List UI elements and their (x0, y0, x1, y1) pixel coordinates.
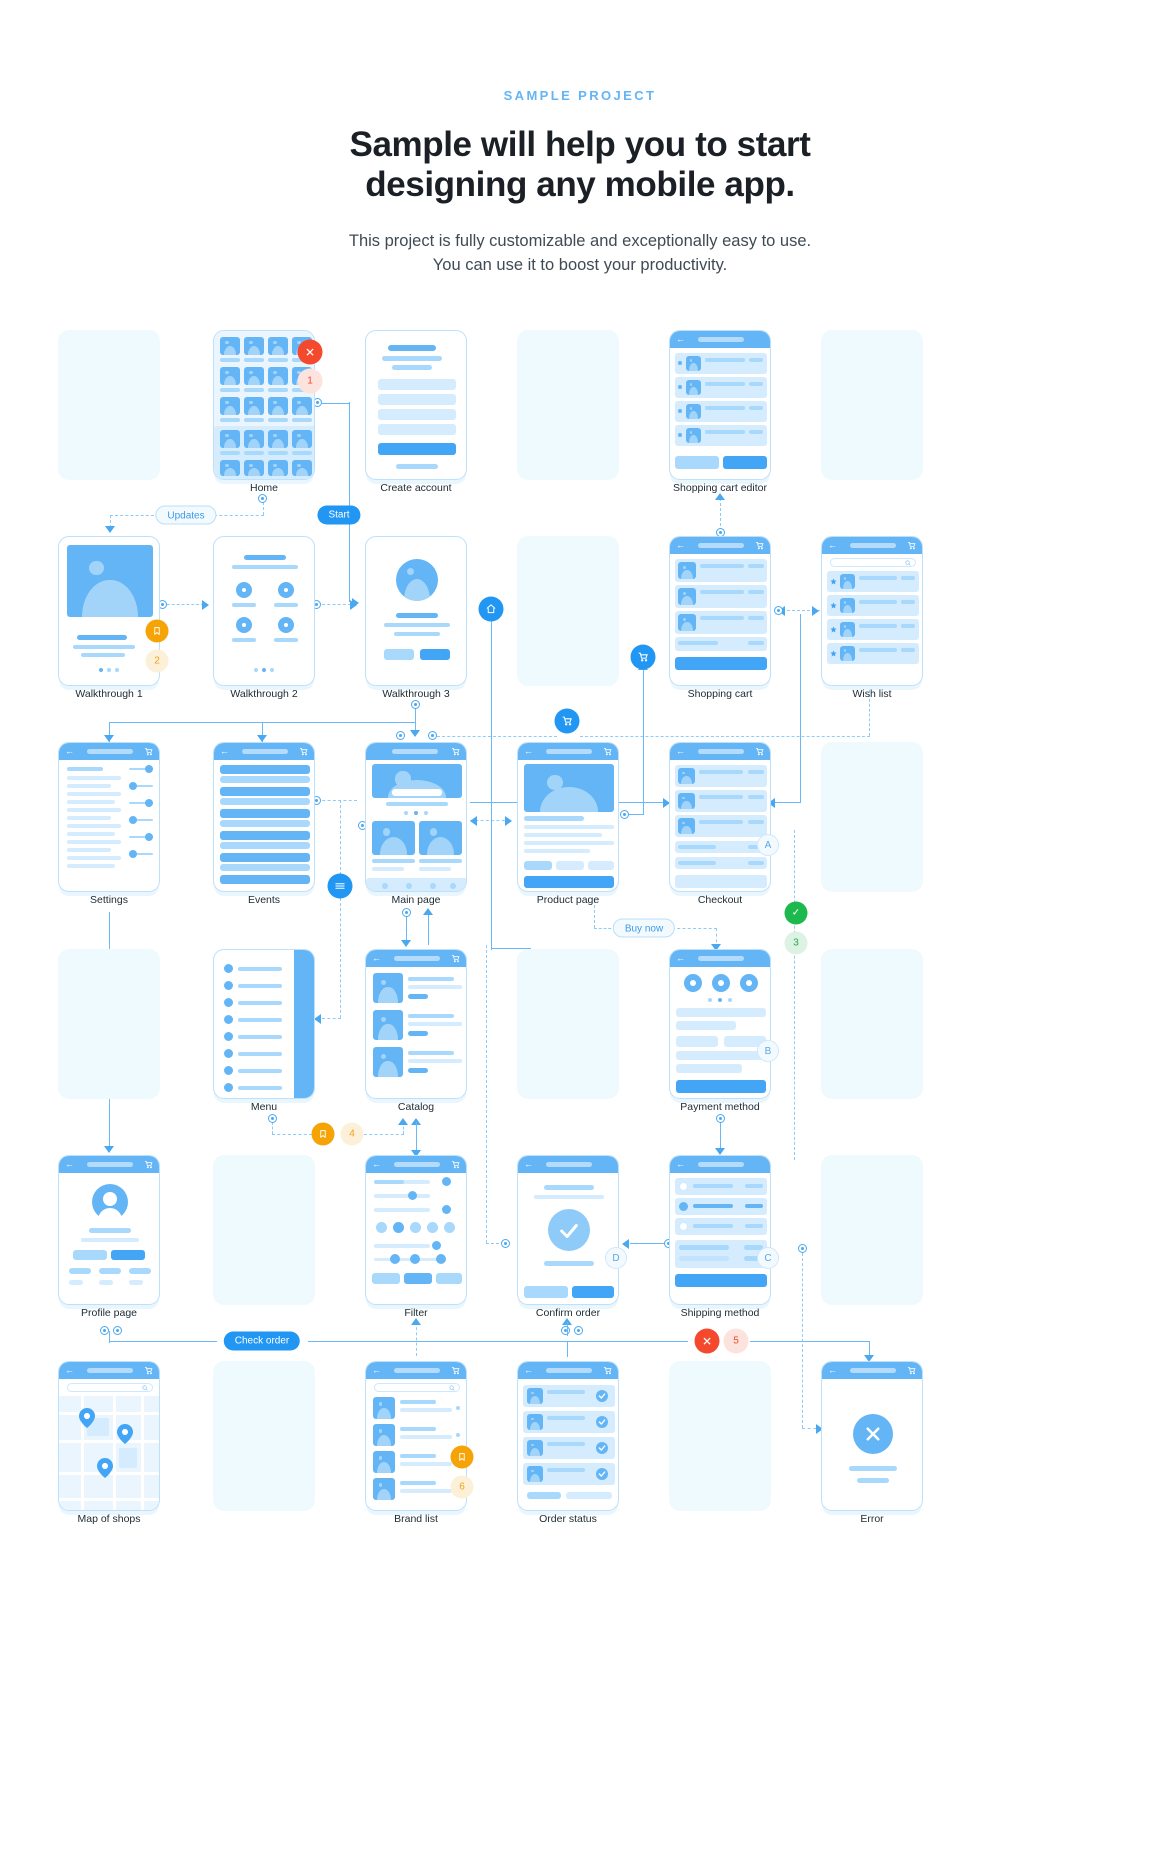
badge-home-icon[interactable] (478, 596, 504, 622)
badge-menu-icon[interactable] (327, 873, 353, 899)
home-icon (486, 604, 496, 614)
bookmark-icon (320, 1130, 326, 1138)
badge-number-3[interactable]: 3 (784, 931, 808, 955)
badge-number-2[interactable]: 2 (145, 649, 169, 673)
connector-label-buy-now[interactable]: Buy now (612, 918, 676, 938)
badge-bookmark[interactable] (311, 1122, 335, 1146)
badge-letter-c[interactable]: C (757, 1247, 779, 1269)
annotation-layer: Updates Start Buy now Check order ✕ 1 2 … (0, 0, 1160, 1854)
connector-label-updates[interactable]: Updates (155, 505, 217, 525)
badge-letter-b[interactable]: B (757, 1040, 779, 1062)
connector-label-check-order[interactable]: Check order (223, 1331, 301, 1351)
badge-bookmark[interactable] (450, 1445, 474, 1469)
cart-icon (638, 652, 648, 662)
badge-number-6[interactable]: 6 (450, 1475, 474, 1499)
badge-letter-d[interactable]: D (605, 1247, 627, 1269)
badge-close[interactable]: ✕ (297, 339, 323, 365)
cart-icon (562, 716, 572, 726)
badge-bookmark[interactable] (145, 619, 169, 643)
bookmark-icon (154, 627, 160, 635)
menu-icon (335, 883, 345, 889)
badge-check[interactable]: ✓ (784, 901, 808, 925)
badge-cart-icon[interactable] (630, 644, 656, 670)
badge-number-1[interactable]: 1 (297, 368, 323, 394)
badge-close[interactable]: ✕ (694, 1328, 720, 1354)
bookmark-icon (459, 1453, 465, 1461)
badge-letter-a[interactable]: A (757, 834, 779, 856)
connector-label-start[interactable]: Start (317, 505, 361, 525)
badge-number-4[interactable]: 4 (340, 1122, 364, 1146)
badge-number-5[interactable]: 5 (723, 1328, 749, 1354)
badge-cart-icon[interactable] (554, 708, 580, 734)
